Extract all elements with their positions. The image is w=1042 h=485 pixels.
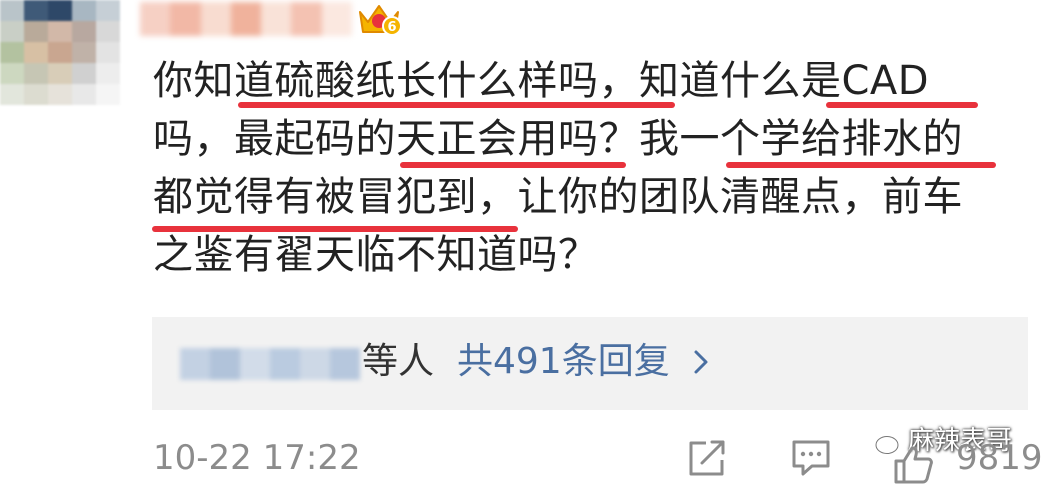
reply-users-suffix: 等人 bbox=[362, 341, 435, 382]
reply-count-label: 共491条回复 bbox=[457, 341, 670, 382]
comment-line: 吗，最起码的天正会用吗？我一个学给排水的 bbox=[153, 116, 963, 162]
annotation-underline bbox=[238, 102, 675, 108]
reply-user-names bbox=[180, 348, 360, 380]
annotation-underline bbox=[826, 102, 978, 108]
annotation-underline bbox=[400, 162, 626, 168]
reply-summary[interactable]: 等人 共491条回复 bbox=[152, 317, 1028, 410]
comment-line: 都觉得有被冒犯到，让你的团队清醒点，前车 bbox=[153, 174, 963, 220]
comment-line: 之鉴有翟天临不知道吗？ bbox=[153, 232, 599, 278]
comment-icon[interactable] bbox=[790, 438, 832, 478]
comment-text: 你知道硫酸纸长什么样吗，知道什么是CAD 吗，最起码的天正会用吗？我一个学给排水… bbox=[153, 52, 1013, 284]
annotation-underline bbox=[152, 226, 518, 232]
chevron-right-icon bbox=[694, 350, 708, 374]
like-count: 9819 bbox=[956, 438, 1042, 478]
view-replies-link[interactable]: 共491条回复 bbox=[457, 339, 710, 385]
annotation-underline bbox=[726, 162, 996, 168]
crown-badge-icon: 6 bbox=[359, 5, 402, 36]
share-icon[interactable] bbox=[686, 438, 728, 478]
comment-timestamp: 10-22 17:22 bbox=[153, 438, 361, 478]
thumb-up-icon[interactable] bbox=[892, 444, 934, 484]
username[interactable] bbox=[140, 2, 352, 36]
avatar[interactable] bbox=[0, 0, 120, 105]
svg-text:6: 6 bbox=[387, 20, 396, 35]
